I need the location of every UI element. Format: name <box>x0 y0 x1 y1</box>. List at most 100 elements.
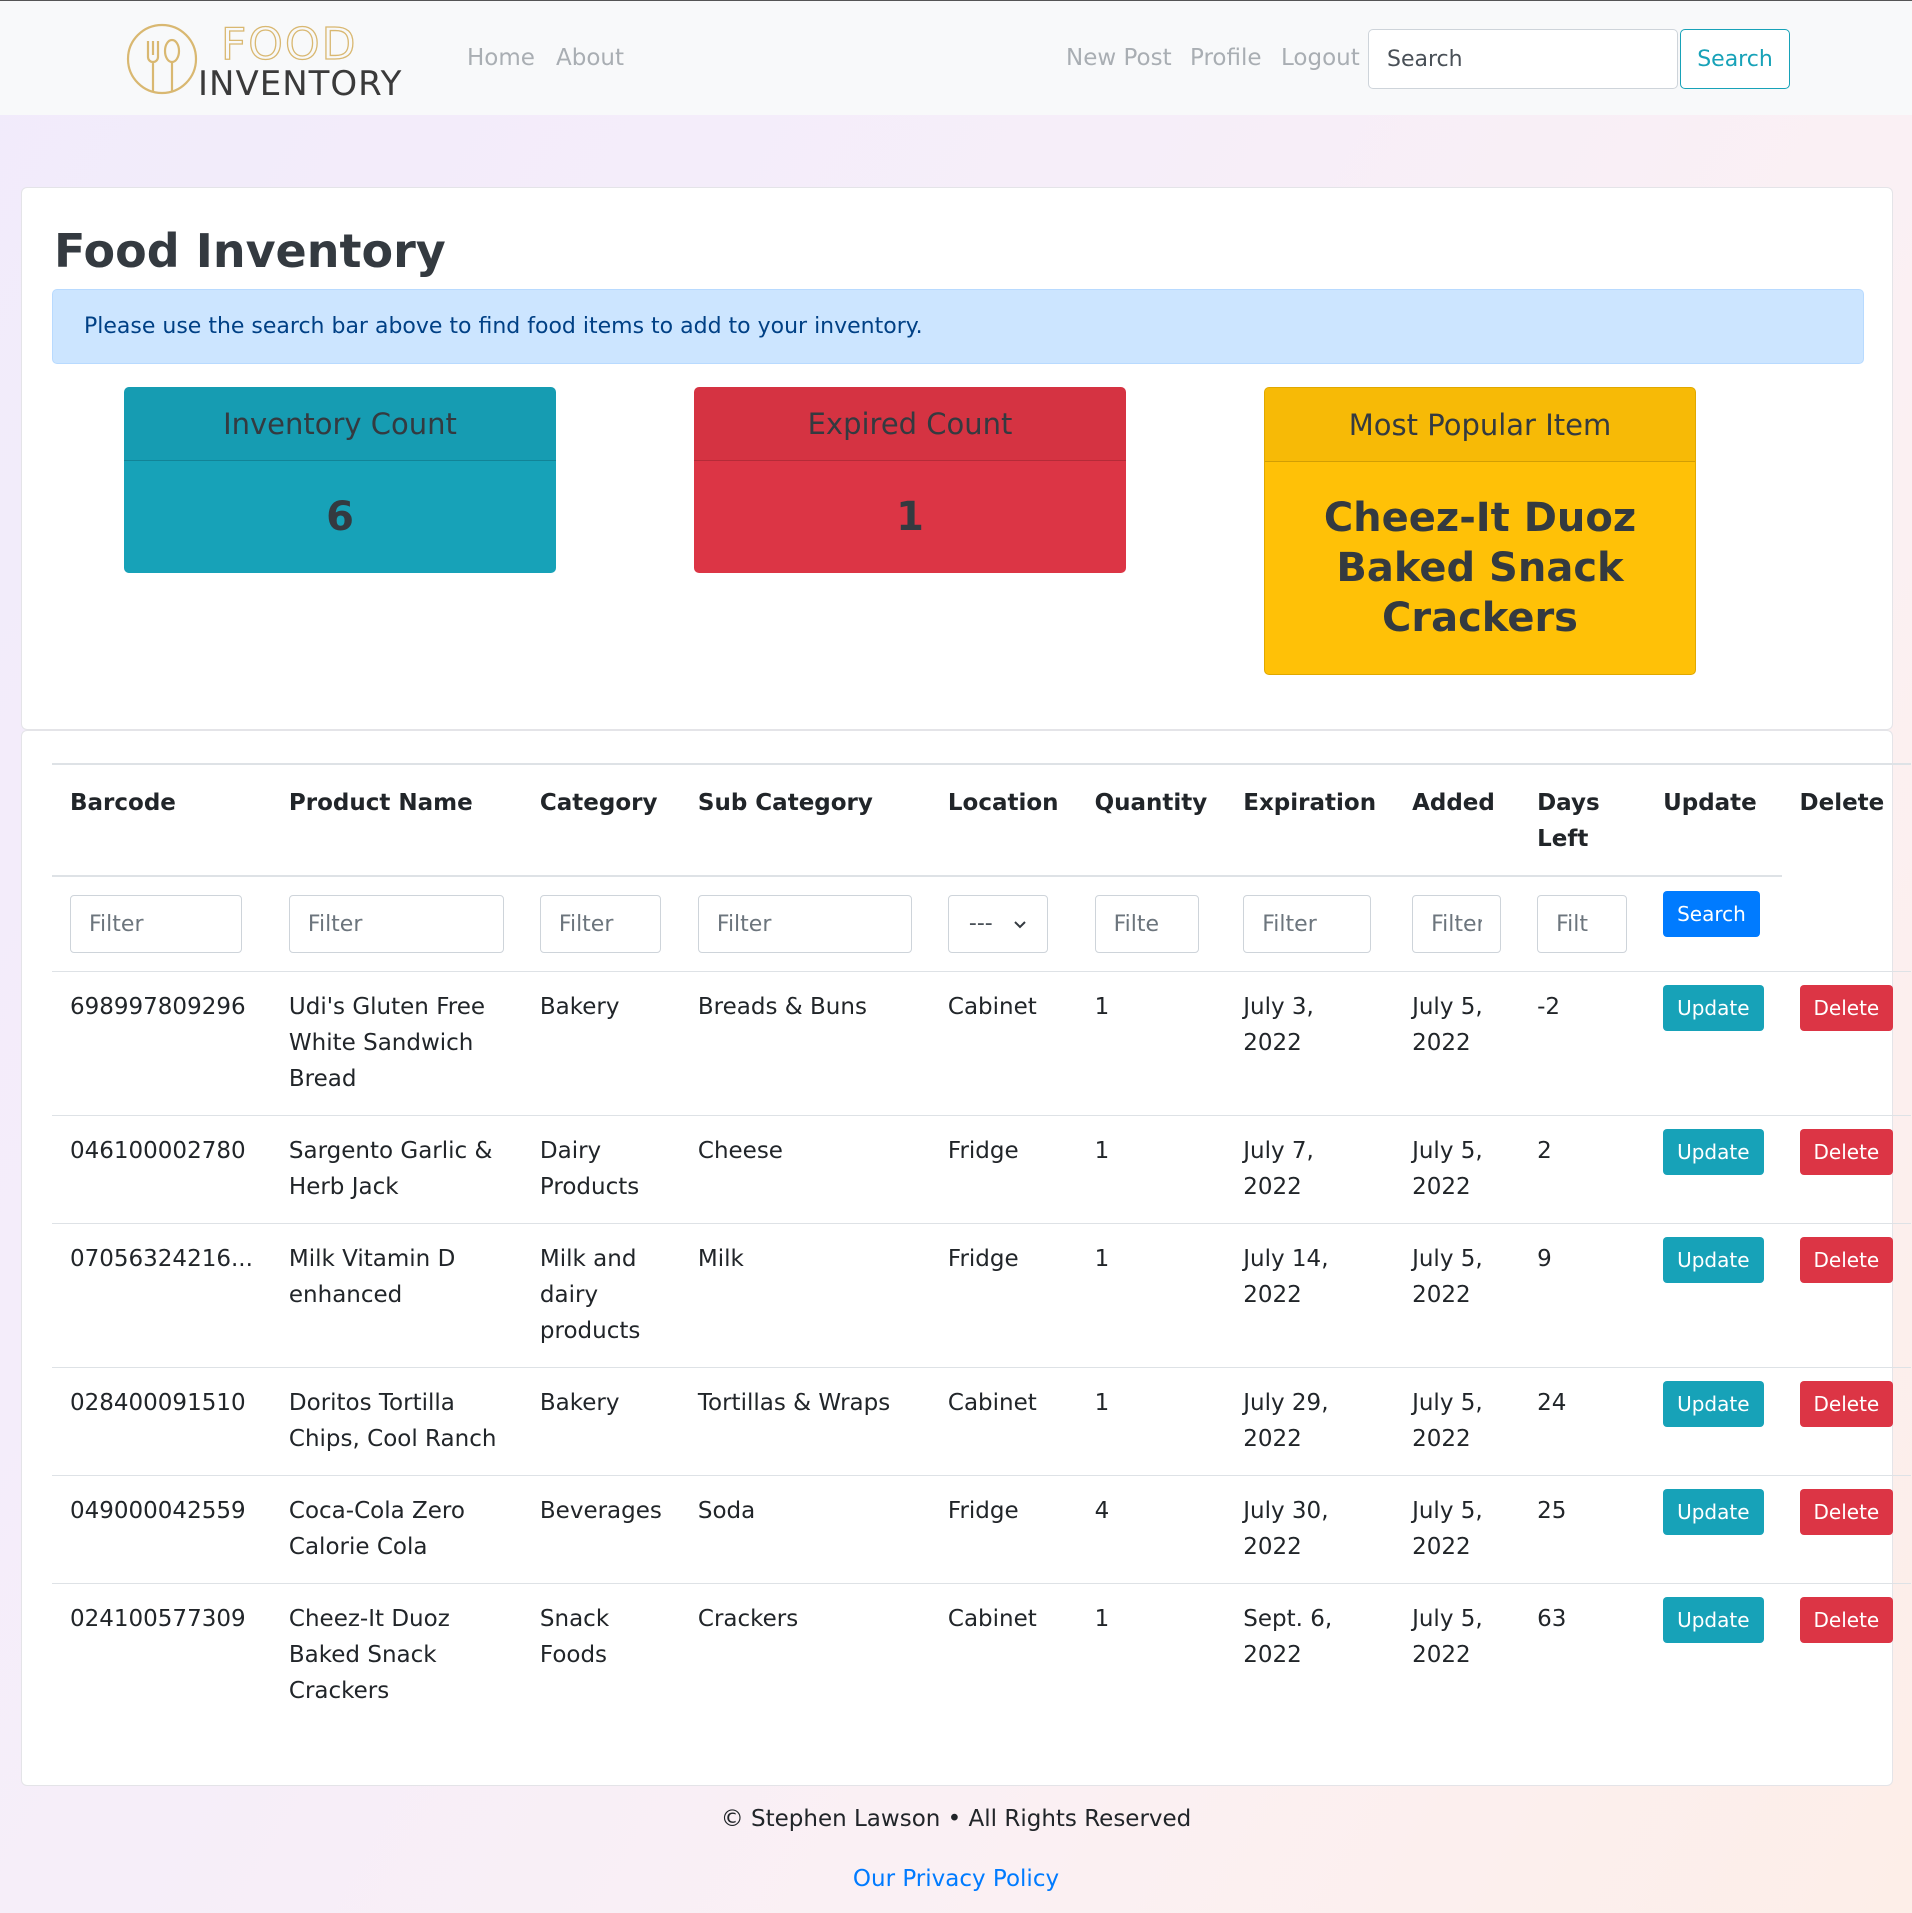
nav-about-link[interactable]: About <box>556 45 624 71</box>
cell-location: Fridge <box>929 1115 1077 1224</box>
cell-sub-category: Cheese <box>679 1115 930 1224</box>
filter-sub-category-input[interactable] <box>697 895 912 953</box>
cell-expiration: July 7, 2022 <box>1225 1115 1395 1224</box>
table-row: 028400091510 Doritos Tortilla Chips, Cool… <box>52 1367 1912 1476</box>
delete-button[interactable]: Delete <box>1799 1381 1894 1427</box>
nav-search-input[interactable] <box>1368 29 1678 89</box>
cell-expiration: July 30, 2022 <box>1225 1475 1395 1584</box>
expired-count-card: Expired Count 1 <box>694 387 1126 573</box>
header-expiration[interactable]: Expiration <box>1225 763 1395 877</box>
privacy-policy-link[interactable]: Our Privacy Policy <box>0 1866 1912 1892</box>
table-row: 024100577309 Cheez-It Duoz Baked Snack Cr… <box>52 1583 1912 1727</box>
page-title: Food Inventory <box>54 224 446 278</box>
logo-inventory-text: INVENTORY <box>198 64 402 99</box>
cell-category: Snack Foods <box>521 1583 680 1727</box>
cell-expiration: July 3, 2022 <box>1225 971 1395 1116</box>
table-row: 046100002780 Sargento Garlic & Herb Jack D… <box>52 1115 1912 1224</box>
cell-days-left: 24 <box>1519 1367 1646 1476</box>
header-barcode[interactable]: Barcode <box>52 763 271 877</box>
cell-added: July 5, 2022 <box>1394 1115 1520 1224</box>
cell-expiration: July 14, 2022 <box>1225 1223 1395 1368</box>
nav-home-link[interactable]: Home <box>467 45 535 71</box>
header-added[interactable]: Added <box>1394 763 1520 877</box>
filter-expiration-input[interactable] <box>1243 895 1372 953</box>
cell-added: July 5, 2022 <box>1394 1475 1520 1584</box>
delete-button[interactable]: Delete <box>1799 1237 1894 1283</box>
filter-added-input[interactable] <box>1412 895 1502 953</box>
cell-location: Cabinet <box>929 1583 1077 1727</box>
cell-location: Fridge <box>929 1223 1077 1368</box>
cell-added: July 5, 2022 <box>1394 1583 1520 1727</box>
header-quantity[interactable]: Quantity <box>1076 763 1226 877</box>
cell-product-name: Coca-Cola Zero Calorie Cola <box>270 1475 522 1584</box>
cell-category: Milk and dairy products <box>521 1223 680 1368</box>
cell-category: Bakery <box>521 1367 680 1476</box>
filter-barcode-input[interactable] <box>70 895 242 953</box>
header-update: Update <box>1645 763 1782 877</box>
nav-new-post-link[interactable]: New Post <box>1066 45 1172 71</box>
inventory-table: Barcode Product Name Category Sub Catego… <box>52 763 1912 1727</box>
filter-location-selected: --- <box>968 911 993 936</box>
food-inventory-logo[interactable]: FOOD INVENTORY <box>126 18 430 104</box>
cell-expiration: July 29, 2022 <box>1225 1367 1395 1476</box>
table-row: 07056324216... Milk Vitamin D enhanced Mil… <box>52 1223 1912 1368</box>
header-product-name[interactable]: Product Name <box>270 763 522 877</box>
update-button[interactable]: Update <box>1663 1597 1764 1643</box>
most-popular-card: Most Popular Item Cheez-It Duoz Baked Sn… <box>1264 387 1696 675</box>
cell-location: Fridge <box>929 1475 1077 1584</box>
summary-card: Food Inventory Please use the search bar… <box>21 187 1893 730</box>
header-sub-category[interactable]: Sub Category <box>679 763 930 877</box>
filter-search-button[interactable]: Search <box>1663 891 1760 937</box>
table-header-row: Barcode Product Name Category Sub Catego… <box>52 763 1912 877</box>
cell-product-name: Udi's Gluten Free White Sandwich Bread <box>270 971 522 1116</box>
header-days-left[interactable]: Days Left <box>1519 763 1646 877</box>
update-button[interactable]: Update <box>1663 985 1764 1031</box>
header-location[interactable]: Location <box>929 763 1077 877</box>
filter-quantity-input[interactable] <box>1094 895 1199 953</box>
delete-button[interactable]: Delete <box>1799 985 1894 1031</box>
inventory-count-label: Inventory Count <box>124 387 556 461</box>
cell-barcode: 046100002780 <box>52 1115 271 1224</box>
delete-button[interactable]: Delete <box>1799 1129 1894 1175</box>
update-button[interactable]: Update <box>1663 1129 1764 1175</box>
cell-sub-category: Soda <box>679 1475 930 1584</box>
header-delete: Delete <box>1781 763 1912 876</box>
logo-food-text: FOOD <box>221 19 357 70</box>
update-button[interactable]: Update <box>1663 1237 1764 1283</box>
filter-product-input[interactable] <box>288 895 504 953</box>
delete-button[interactable]: Delete <box>1799 1597 1894 1643</box>
header-category[interactable]: Category <box>521 763 680 877</box>
inventory-table-card: Barcode Product Name Category Sub Catego… <box>21 730 1912 1786</box>
cell-product-name: Sargento Garlic & Herb Jack <box>270 1115 522 1224</box>
nav-search-button[interactable]: Search <box>1680 29 1790 89</box>
cell-quantity: 1 <box>1076 971 1226 1116</box>
filter-days-left-input[interactable] <box>1537 895 1628 953</box>
cell-category: Bakery <box>521 971 680 1116</box>
cell-quantity: 1 <box>1076 1223 1226 1368</box>
filter-location-select[interactable]: --- <box>947 895 1048 953</box>
cell-product-name: Doritos Tortilla Chips, Cool Ranch <box>270 1367 522 1476</box>
cell-days-left: 9 <box>1519 1223 1646 1368</box>
filter-category-input[interactable] <box>539 895 661 953</box>
cell-barcode: 049000042559 <box>52 1475 271 1584</box>
update-button[interactable]: Update <box>1663 1489 1764 1535</box>
cell-category: Beverages <box>521 1475 680 1584</box>
cell-added: July 5, 2022 <box>1394 971 1520 1116</box>
cell-sub-category: Tortillas & Wraps <box>679 1367 930 1476</box>
footer-copyright: © Stephen Lawson • All Rights Reserved <box>720 1806 1192 1832</box>
cell-days-left: 2 <box>1519 1115 1646 1224</box>
cell-sub-category: Milk <box>679 1223 930 1368</box>
most-popular-label: Most Popular Item <box>1265 388 1695 462</box>
expired-count-value: 1 <box>896 494 924 540</box>
delete-button[interactable]: Delete <box>1799 1489 1894 1535</box>
table-row: 698997809296 Udi's Gluten Free White Sand… <box>52 971 1912 1116</box>
update-button[interactable]: Update <box>1663 1381 1764 1427</box>
cell-quantity: 4 <box>1076 1475 1226 1584</box>
filter-row: --- Search <box>52 876 1911 972</box>
nav-logout-link[interactable]: Logout <box>1281 45 1360 71</box>
chevron-down-icon <box>1013 906 1027 942</box>
cell-barcode: 07056324216... <box>52 1223 271 1368</box>
cell-sub-category: Breads & Buns <box>679 971 930 1116</box>
nav-profile-link[interactable]: Profile <box>1190 45 1262 71</box>
cell-days-left: -2 <box>1519 971 1646 1116</box>
